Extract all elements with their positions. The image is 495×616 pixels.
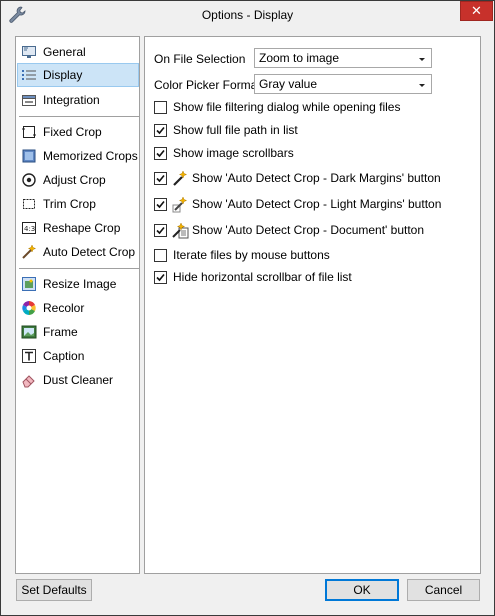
sidebar-item-label: Frame xyxy=(43,325,78,339)
sidebar-item-reshape-crop[interactable]: 4:3 Reshape Crop xyxy=(17,216,139,240)
reshape-crop-icon: 4:3 xyxy=(20,219,38,237)
display-settings-panel: On File Selection Zoom to image Color Pi… xyxy=(144,36,481,574)
color-picker-format-select[interactable]: Gray value xyxy=(254,74,432,94)
on-file-selection-value: Zoom to image xyxy=(259,51,340,65)
sidebar-item-label: Reshape Crop xyxy=(43,221,121,235)
integration-icon xyxy=(20,91,38,109)
sidebar-item-label: Integration xyxy=(43,93,100,107)
sidebar-item-dust-cleaner[interactable]: Dust Cleaner xyxy=(17,368,139,392)
option-label: Show image scrollbars xyxy=(173,146,294,160)
checkbox[interactable] xyxy=(154,271,167,284)
checkbox[interactable] xyxy=(154,147,167,160)
sidebar-item-frame[interactable]: Frame xyxy=(17,320,139,344)
close-icon: ✕ xyxy=(471,3,482,18)
color-picker-format-label: Color Picker Format xyxy=(154,78,261,92)
frame-icon xyxy=(20,323,38,341)
color-picker-format-value: Gray value xyxy=(259,77,318,91)
sidebar-divider xyxy=(19,116,139,117)
options-sidebar: General Display Integration Fixed Crop M… xyxy=(15,36,140,574)
sidebar-item-label: Trim Crop xyxy=(43,197,96,211)
option-label: Show full file path in list xyxy=(173,123,298,137)
checkbox[interactable] xyxy=(154,224,167,237)
option-label: Show file filtering dialog while opening… xyxy=(173,100,401,114)
sidebar-item-label: Dust Cleaner xyxy=(43,373,114,387)
checkmark-icon xyxy=(156,200,165,209)
magic-wand-icon xyxy=(20,243,38,261)
sidebar-item-integration[interactable]: Integration xyxy=(17,88,139,112)
list-icon xyxy=(20,66,38,84)
option-label: Iterate files by mouse buttons xyxy=(173,248,330,262)
sidebar-item-trim-crop[interactable]: Trim Crop xyxy=(17,192,139,216)
options-dialog: Options - Display ✕ General Display Inte… xyxy=(0,0,495,616)
checkbox[interactable] xyxy=(154,124,167,137)
sidebar-item-label: Fixed Crop xyxy=(43,125,102,139)
sidebar-item-label: Adjust Crop xyxy=(43,173,106,187)
checkmark-icon xyxy=(156,149,165,158)
sidebar-item-label: Recolor xyxy=(43,301,85,315)
sidebar-item-fixed-crop[interactable]: Fixed Crop xyxy=(17,120,139,144)
magic-wand-light-icon xyxy=(172,196,189,213)
option-label: Show 'Auto Detect Crop - Dark Margins' b… xyxy=(192,171,441,185)
sidebar-item-memorized-crops[interactable]: Memorized Crops xyxy=(17,144,139,168)
sidebar-item-adjust-crop[interactable]: Adjust Crop xyxy=(17,168,139,192)
memorized-crops-icon xyxy=(20,147,38,165)
monitor-icon xyxy=(20,43,38,61)
sidebar-item-display[interactable]: Display xyxy=(17,63,139,87)
set-defaults-button[interactable]: Set Defaults xyxy=(16,579,92,601)
sidebar-item-label: Auto Detect Crop xyxy=(43,245,136,259)
option-label: Show 'Auto Detect Crop - Document' butto… xyxy=(192,223,425,237)
on-file-selection-select[interactable]: Zoom to image xyxy=(254,48,432,68)
checkmark-icon xyxy=(156,174,165,183)
option-label: Show 'Auto Detect Crop - Light Margins' … xyxy=(192,197,442,211)
checkmark-icon xyxy=(156,226,165,235)
checkmark-icon xyxy=(156,273,165,282)
svg-text:4:3: 4:3 xyxy=(24,225,35,233)
trim-crop-icon xyxy=(20,195,38,213)
chevron-down-icon xyxy=(418,53,426,63)
sidebar-divider xyxy=(19,268,139,269)
caption-icon xyxy=(20,347,38,365)
eraser-icon xyxy=(20,371,38,389)
chevron-down-icon xyxy=(418,79,426,89)
checkbox[interactable] xyxy=(154,198,167,211)
sidebar-item-label: Memorized Crops xyxy=(43,149,138,163)
sidebar-item-label: General xyxy=(43,45,86,59)
close-button[interactable]: ✕ xyxy=(460,1,493,21)
option-label: Hide horizontal scrollbar of file list xyxy=(173,270,352,284)
adjust-crop-icon xyxy=(20,171,38,189)
sidebar-item-label: Caption xyxy=(43,349,85,363)
magic-wand-document-icon xyxy=(172,222,189,239)
sidebar-item-label: Display xyxy=(43,68,83,82)
sidebar-item-label: Resize Image xyxy=(43,277,117,291)
color-wheel-icon xyxy=(20,299,38,317)
checkbox[interactable] xyxy=(154,249,167,262)
title-bar: Options - Display ✕ xyxy=(1,1,494,30)
checkmark-icon xyxy=(156,126,165,135)
sidebar-item-caption[interactable]: Caption xyxy=(17,344,139,368)
sidebar-item-auto-detect-crop[interactable]: Auto Detect Crop xyxy=(17,240,139,264)
fixed-crop-icon xyxy=(20,123,38,141)
ok-button[interactable]: OK xyxy=(325,579,399,601)
on-file-selection-label: On File Selection xyxy=(154,52,246,66)
sidebar-item-resize-image[interactable]: Resize Image xyxy=(17,272,139,296)
magic-wand-dark-icon xyxy=(172,170,189,187)
sidebar-item-general[interactable]: General xyxy=(17,40,139,64)
window-title: Options - Display xyxy=(201,8,294,22)
cancel-button[interactable]: Cancel xyxy=(407,579,480,601)
resize-image-icon xyxy=(20,275,38,293)
checkbox[interactable] xyxy=(154,101,167,114)
sidebar-item-recolor[interactable]: Recolor xyxy=(17,296,139,320)
checkbox[interactable] xyxy=(154,172,167,185)
